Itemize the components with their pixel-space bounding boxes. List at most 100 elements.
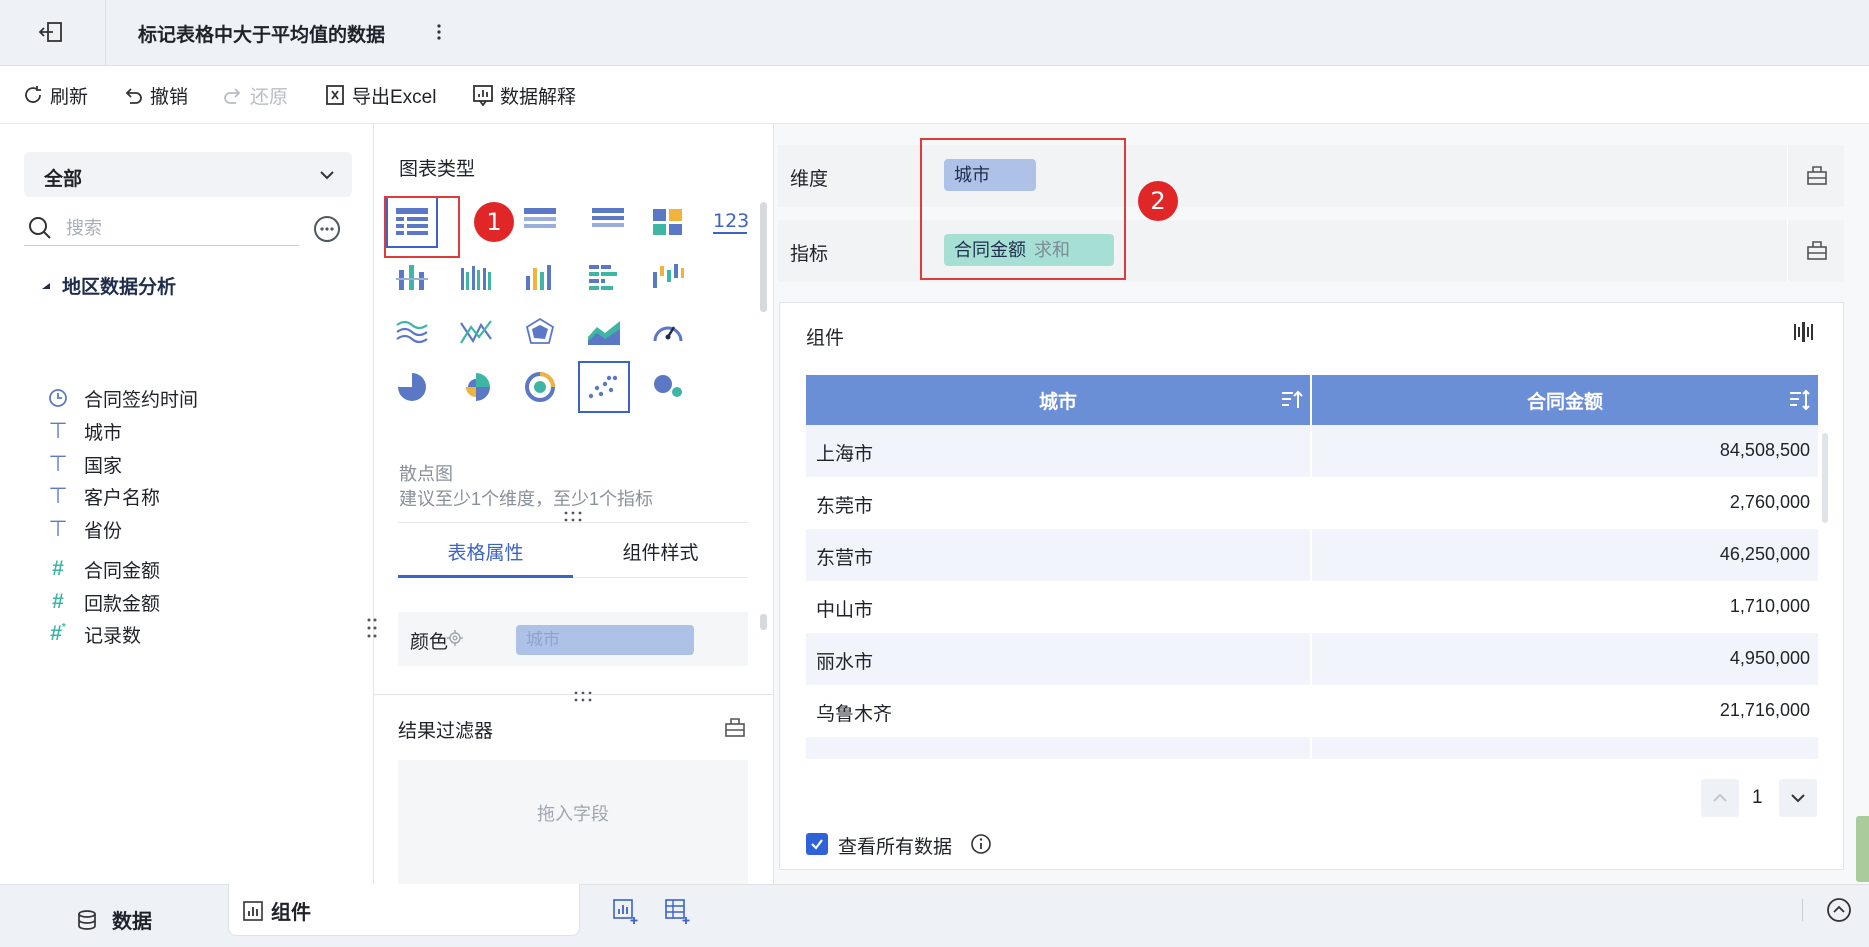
component-tab[interactable]: 组件	[228, 884, 580, 936]
more-icon[interactable]	[314, 216, 340, 242]
chart-type-column[interactable]	[514, 251, 566, 303]
dimension-settings-icon[interactable]	[1806, 164, 1828, 186]
field-item[interactable]: # * 记录数	[46, 619, 141, 649]
redo-icon	[224, 88, 241, 104]
chart-type-multi-pie[interactable]	[514, 361, 566, 413]
table-row[interactable]: 乌鲁木齐 21,716,000	[806, 685, 1818, 737]
resize-handle[interactable]	[562, 510, 584, 524]
chart-type-line[interactable]	[386, 306, 438, 358]
more-options-icon[interactable]	[432, 20, 446, 44]
chart-type-grouped-bar[interactable]	[450, 251, 502, 303]
category-label: 全部	[44, 169, 83, 190]
refresh-button[interactable]: 刷新	[22, 81, 88, 109]
column-header-amount[interactable]: 合同金额	[1312, 375, 1818, 425]
gear-icon[interactable]	[446, 629, 464, 647]
refresh-label: 刷新	[50, 86, 89, 108]
field-item[interactable]: # 回款金额	[46, 587, 160, 617]
chart-type-kpi-card[interactable]	[642, 196, 694, 248]
tab-component-style[interactable]: 组件样式	[573, 538, 748, 578]
category-select[interactable]: 全部	[24, 152, 352, 197]
chevron-down-icon	[320, 171, 334, 180]
field-item[interactable]: ⊤ 国家	[46, 449, 122, 479]
chart-type-hint: 建议至少1个维度，至少1个指标	[399, 489, 654, 509]
field-name: 客户名称	[84, 487, 161, 509]
scrollbar[interactable]	[760, 614, 767, 630]
table-row[interactable]: 东莞市 2,760,000	[806, 477, 1818, 529]
chart-type-gauge[interactable]	[642, 306, 694, 358]
color-label: 颜色	[410, 632, 449, 653]
collapse-up-icon[interactable]	[1826, 897, 1852, 923]
barcode-icon[interactable]	[1793, 321, 1815, 343]
bottom-bar: 数据 组件	[0, 884, 1869, 947]
add-table-icon[interactable]	[664, 897, 692, 925]
filter-drop-zone[interactable]: 拖入字段	[398, 760, 748, 884]
metric-settings-icon[interactable]	[1806, 239, 1828, 261]
field-item[interactable]: ⊤ 城市	[46, 416, 122, 446]
chart-type-line-polyline[interactable]	[450, 306, 502, 358]
result-filter-label: 结果过滤器	[398, 721, 494, 742]
tab-table-properties[interactable]: 表格属性	[398, 538, 573, 578]
scrollbar[interactable]	[760, 202, 767, 312]
table-row[interactable]: 上海市 84,508,500	[806, 425, 1818, 477]
chart-type-name: 散点图	[399, 464, 453, 484]
export-excel-button[interactable]: 导出Excel	[324, 81, 436, 109]
field-panel: 全部 地区数据分析 合同签约时间 ⊤ 城市 ⊤ 国家 ⊤ 客户名称 ⊤ 省份 #…	[0, 124, 377, 884]
component-tab-label: 组件	[271, 902, 311, 924]
page-up-button[interactable]	[1701, 779, 1739, 817]
chart-type-horizontal-bar[interactable]	[578, 251, 630, 303]
number-type-icon: # *	[50, 622, 66, 645]
column-header-city[interactable]: 城市	[806, 375, 1310, 425]
field-item[interactable]: # 合同金额	[46, 554, 160, 584]
chart-type-area[interactable]	[578, 306, 630, 358]
chart-type-number[interactable]: 123	[704, 196, 756, 248]
sort-icon[interactable]	[1788, 388, 1812, 412]
component-card: 组件 城市 合同金额 上海市 84,508,500 东莞市 2,760,000 …	[779, 302, 1844, 870]
cell-amount: 46,250,000	[1719, 544, 1810, 564]
chart-type-cross-table[interactable]	[582, 196, 634, 248]
chart-type-stacked-bar[interactable]	[386, 251, 438, 303]
add-chart-icon[interactable]	[612, 897, 640, 925]
filter-settings-icon[interactable]	[724, 716, 746, 738]
refresh-icon	[25, 86, 41, 103]
chart-type-rose[interactable]	[450, 361, 502, 413]
redo-button[interactable]: 还原	[222, 81, 288, 109]
chart-type-radar[interactable]	[514, 306, 566, 358]
field-item[interactable]: 合同签约时间	[46, 383, 198, 413]
table-row[interactable]	[806, 737, 1818, 759]
cell-amount: 4,950,000	[1729, 648, 1810, 668]
undo-button[interactable]: 撤销	[122, 81, 188, 109]
search-input[interactable]	[66, 214, 286, 242]
title-divider	[105, 0, 106, 66]
dataset-node[interactable]: 地区数据分析	[40, 272, 176, 299]
cell-amount: 1,710,000	[1729, 596, 1810, 616]
highlight-box	[920, 138, 1126, 280]
view-all-checkbox[interactable]	[806, 833, 828, 855]
color-field-pill[interactable]: 城市	[516, 625, 694, 655]
chart-type-waterfall[interactable]	[642, 251, 694, 303]
explain-label: 数据解释	[500, 86, 577, 108]
chart-type-group-table[interactable]	[514, 196, 566, 248]
field-name: 省份	[84, 520, 123, 542]
cell-city: 乌鲁木齐	[816, 704, 893, 725]
chart-type-pie[interactable]	[386, 361, 438, 413]
resize-handle[interactable]	[572, 690, 594, 704]
page-down-button[interactable]	[1779, 779, 1817, 817]
info-icon[interactable]	[970, 833, 992, 855]
data-explain-button[interactable]: 数据解释	[472, 81, 576, 109]
column-divider	[1310, 375, 1312, 759]
table-row[interactable]: 中山市 1,710,000	[806, 581, 1818, 633]
chart-type-bubble[interactable]	[642, 361, 694, 413]
field-item[interactable]: ⊤ 客户名称	[46, 481, 160, 511]
table-scrollbar[interactable]	[1822, 433, 1828, 523]
search-box	[24, 210, 299, 246]
chart-type-scatter[interactable]	[578, 361, 630, 413]
table-row[interactable]: 东营市 46,250,000	[806, 529, 1818, 581]
field-item[interactable]: ⊤ 省份	[46, 514, 122, 544]
exit-icon[interactable]	[34, 18, 70, 48]
number-type-icon: #	[52, 590, 64, 613]
step-badge-1: 1	[474, 202, 514, 242]
sort-asc-icon[interactable]	[1280, 388, 1304, 412]
table-row[interactable]: 丽水市 4,950,000	[806, 633, 1818, 685]
data-tab[interactable]: 数据	[76, 905, 152, 934]
metric-label: 指标	[790, 244, 829, 265]
